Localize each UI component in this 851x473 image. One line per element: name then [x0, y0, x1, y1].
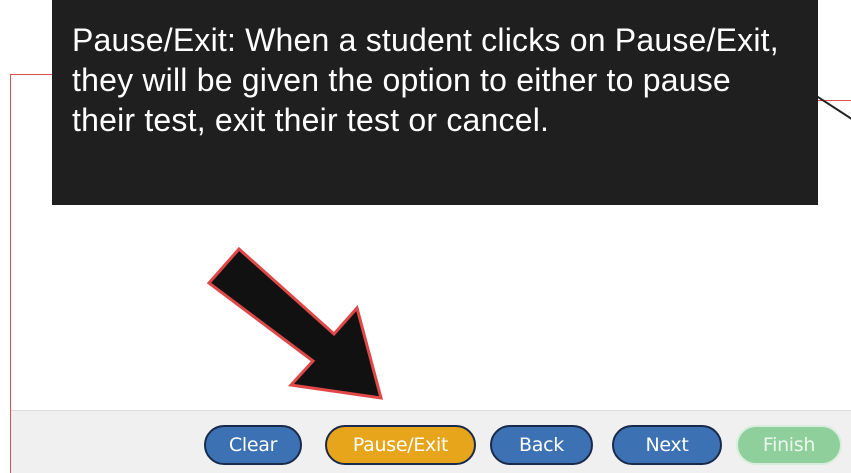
arrow-pointer-icon	[206, 246, 384, 400]
clear-button[interactable]: Clear	[204, 425, 302, 465]
instruction-callout: Pause/Exit: When a student clicks on Pau…	[52, 0, 818, 205]
pause-exit-button[interactable]: Pause/Exit	[325, 425, 476, 465]
tutorial-slide: Pause/Exit: When a student clicks on Pau…	[0, 0, 851, 473]
test-navigation-toolbar: Clear Pause/Exit Back Next Finish	[11, 410, 851, 473]
callout-title: Pause/Exit:	[72, 22, 237, 58]
arrow-shape	[206, 246, 384, 400]
next-button[interactable]: Next	[612, 425, 722, 465]
back-button[interactable]: Back	[490, 425, 593, 465]
finish-button[interactable]: Finish	[736, 425, 842, 465]
window-frame-top-edge-left	[10, 74, 54, 75]
